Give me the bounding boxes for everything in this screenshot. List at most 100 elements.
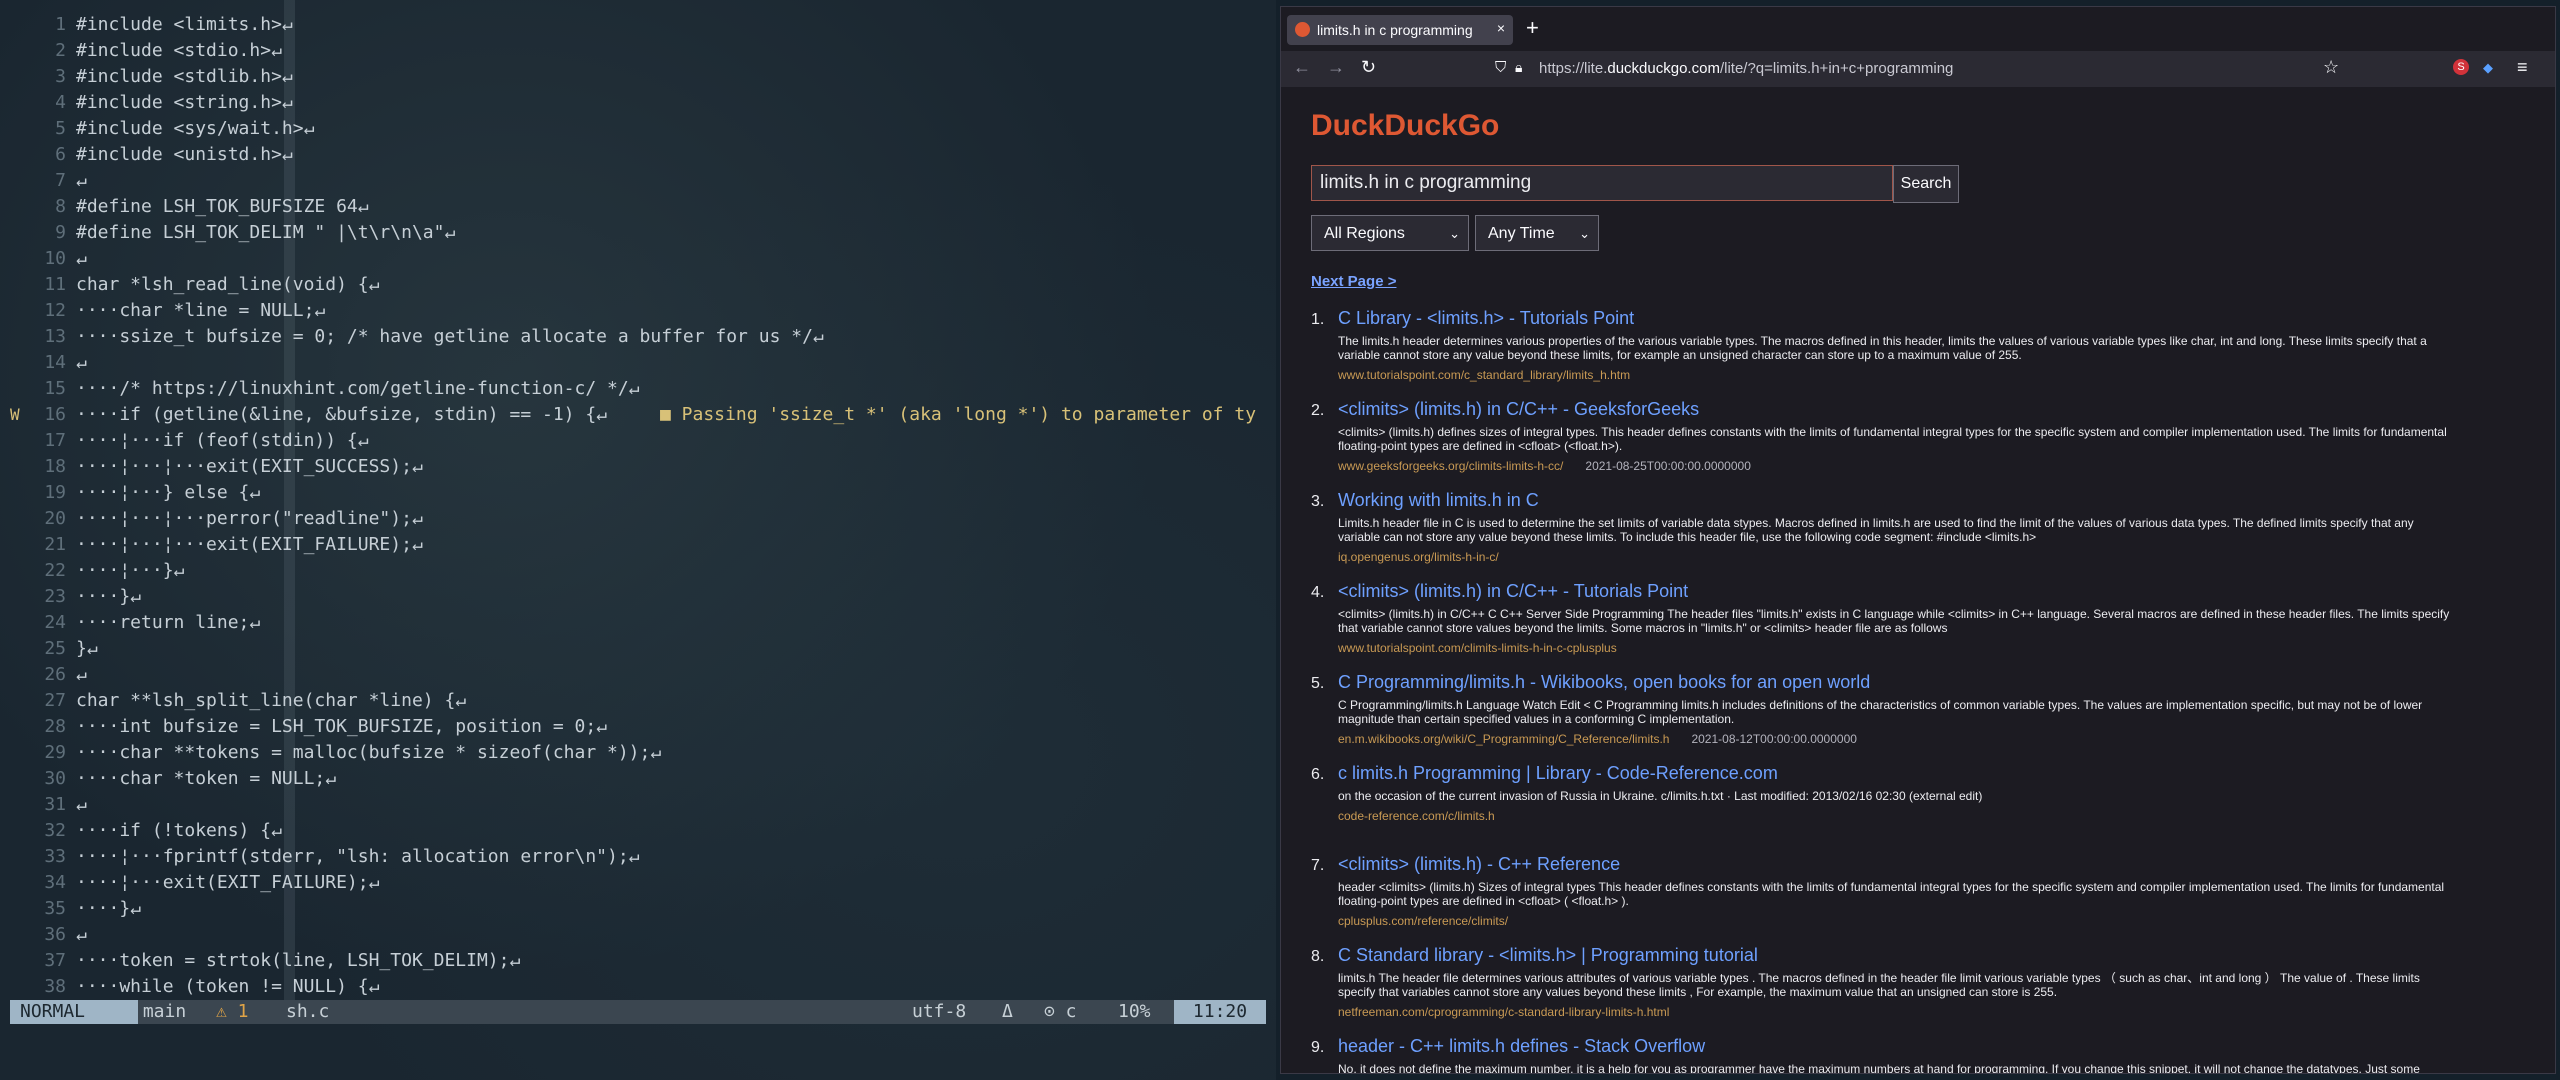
code-line[interactable]: 31 ↵: [0, 792, 1276, 818]
line-number: 8: [55, 196, 66, 217]
code-line[interactable]: 26 ↵: [0, 662, 1276, 688]
back-icon[interactable]: ←: [1293, 57, 1311, 78]
time-select[interactable]: Any Time ⌄: [1475, 215, 1599, 251]
region-select[interactable]: All Regions ⌄: [1311, 215, 1469, 251]
tab-search-results[interactable]: limits.h in c programming ×: [1287, 15, 1513, 45]
code-line[interactable]: 24 ····return line;↵: [0, 610, 1276, 636]
code-line[interactable]: 3 #include <stdlib.h>↵: [0, 64, 1276, 90]
code-line[interactable]: 19 ····¦···} else {↵: [0, 480, 1276, 506]
code-line[interactable]: 28 ····int bufsize = LSH_TOK_BUFSIZE, pos…: [0, 714, 1276, 740]
result-url-row: www.tutorialspoint.com/climits-limits-h-…: [1338, 641, 1639, 655]
shield-extension-icon[interactable]: ◆: [2483, 60, 2493, 76]
bookmark-star-icon[interactable]: ☆: [2323, 57, 2339, 78]
tab-bar: limits.h in c programming × +: [1281, 7, 2555, 51]
time-select-value: Any Time: [1488, 225, 1555, 242]
code-line[interactable]: 21 ····¦···¦···exit(EXIT_FAILURE);↵: [0, 532, 1276, 558]
line-number: 33: [44, 846, 66, 867]
search-button[interactable]: Search: [1893, 165, 1959, 203]
code-line[interactable]: 34 ····¦···exit(EXIT_FAILURE);↵: [0, 870, 1276, 896]
result-title-link[interactable]: C Standard library - <limits.h> | Progra…: [1338, 945, 1758, 966]
code-line[interactable]: 5 #include <sys/wait.h>↵: [0, 116, 1276, 142]
code-line[interactable]: 25}↵: [0, 636, 1276, 662]
result-number: 8.: [1311, 948, 1325, 965]
code-line[interactable]: 33 ····¦···fprintf(stderr, "lsh: allocati…: [0, 844, 1276, 870]
line-text: #include <sys/wait.h>↵: [76, 118, 315, 139]
code-line[interactable]: 23 ····}↵: [0, 584, 1276, 610]
code-line[interactable]: 9 #define LSH_TOK_DELIM " |\t\r\n\a"↵: [0, 220, 1276, 246]
code-line[interactable]: 13 ····ssize_t bufsize = 0; /* have getli…: [0, 324, 1276, 350]
result-title-link[interactable]: c limits.h Programming | Library - Code-…: [1338, 763, 1778, 784]
line-text: #include <stdio.h>↵: [76, 40, 282, 61]
duckduckgo-logo[interactable]: DuckDuckGo: [1311, 109, 1499, 143]
code-line[interactable]: 18 ····¦···¦···exit(EXIT_SUCCESS);↵: [0, 454, 1276, 480]
result-number: 7.: [1311, 857, 1325, 874]
search-result: 7. <climits> (limits.h) - C++ Reference he…: [1311, 851, 2511, 942]
search-input[interactable]: [1311, 165, 1893, 201]
code-line[interactable]: 20 ····¦···¦···perror("readline");↵: [0, 506, 1276, 532]
result-url[interactable]: www.geeksforgeeks.org/climits-limits-h-c…: [1338, 459, 1563, 473]
line-number: 13: [44, 326, 66, 347]
code-line[interactable]: 6 #include <unistd.h>↵: [0, 142, 1276, 168]
code-line[interactable]: 1 #include <limits.h>↵: [0, 12, 1276, 38]
code-line[interactable]: 38 ····while (token != NULL) {↵: [0, 974, 1276, 1000]
page-content: DuckDuckGo Search All Regions ⌄ Any Time…: [1281, 87, 2555, 1073]
extension-icon[interactable]: S: [2453, 59, 2469, 75]
result-url[interactable]: www.tutorialspoint.com/climits-limits-h-…: [1338, 641, 1617, 655]
result-title-link[interactable]: header - C++ limits.h defines - Stack Ov…: [1338, 1036, 1705, 1057]
result-url[interactable]: netfreeman.com/cprogramming/c-standard-l…: [1338, 1005, 1669, 1019]
code-line[interactable]: 32 ····if (!tokens) {↵: [0, 818, 1276, 844]
result-url[interactable]: cplusplus.com/reference/climits/: [1338, 914, 1508, 928]
code-line[interactable]: 11 char *lsh_read_line(void) {↵: [0, 272, 1276, 298]
result-url[interactable]: www.tutorialspoint.com/c_standard_librar…: [1338, 368, 1630, 382]
line-number: 14: [44, 352, 66, 373]
file-name: sh.c: [286, 1001, 330, 1022]
code-line[interactable]: 29 ····char **tokens = malloc(bufsize * s…: [0, 740, 1276, 766]
code-line[interactable]: 35 ····}↵: [0, 896, 1276, 922]
code-line[interactable]: W 16 ····if (getline(&line, &bufsize, stdi…: [0, 402, 1276, 428]
line-number: 36: [44, 924, 66, 945]
result-url-row: cplusplus.com/reference/climits/: [1338, 914, 1530, 928]
code-line[interactable]: 7 ↵: [0, 168, 1276, 194]
code-line[interactable]: 30 ····char *token = NULL;↵: [0, 766, 1276, 792]
lock-icon[interactable]: 🔒︎: [1515, 59, 1522, 76]
result-url[interactable]: code-reference.com/c/limits.h: [1338, 809, 1495, 823]
new-tab-button[interactable]: +: [1526, 15, 1539, 41]
close-tab-icon[interactable]: ×: [1497, 20, 1505, 36]
line-text: ····¦···exit(EXIT_FAILURE);↵: [76, 872, 380, 893]
code-line[interactable]: 17 ····¦···if (feof(stdin)) {↵: [0, 428, 1276, 454]
url-host: duckduckgo.com: [1607, 60, 1720, 77]
line-text: ····¦···}↵: [76, 560, 185, 581]
vim-editor[interactable]: 1 #include <limits.h>↵ 2 #include <stdio.h>…: [0, 0, 1276, 1080]
tab-title: limits.h in c programming: [1317, 22, 1473, 38]
line-number: 18: [44, 456, 66, 477]
code-line[interactable]: 37 ····token = strtok(line, LSH_TOK_DELIM…: [0, 948, 1276, 974]
result-title-link[interactable]: C Programming/limits.h - Wikibooks, open…: [1338, 672, 1870, 693]
result-url[interactable]: en.m.wikibooks.org/wiki/C_Programming/C_…: [1338, 732, 1669, 746]
next-page-link[interactable]: Next Page >: [1311, 273, 1396, 290]
code-line[interactable]: 14 ↵: [0, 350, 1276, 376]
result-title-link[interactable]: <climits> (limits.h) - C++ Reference: [1338, 854, 1620, 875]
code-line[interactable]: 10 ↵: [0, 246, 1276, 272]
code-line[interactable]: 27 char **lsh_split_line(char *line) {↵: [0, 688, 1276, 714]
reload-icon[interactable]: ↻: [1361, 57, 1376, 78]
forward-icon[interactable]: →: [1327, 57, 1345, 78]
line-number: 32: [44, 820, 66, 841]
code-buffer[interactable]: 1 #include <limits.h>↵ 2 #include <stdio.h>…: [0, 12, 1276, 1000]
code-line[interactable]: 4 #include <string.h>↵: [0, 90, 1276, 116]
menu-icon[interactable]: ≡: [2517, 57, 2528, 78]
code-line[interactable]: 2 #include <stdio.h>↵: [0, 38, 1276, 64]
result-title-link[interactable]: <climits> (limits.h) in C/C++ - Geeksfor…: [1338, 399, 1699, 420]
code-line[interactable]: 22 ····¦···}↵: [0, 558, 1276, 584]
result-title-link[interactable]: C Library - <limits.h> - Tutorials Point: [1338, 308, 1634, 329]
result-url[interactable]: iq.opengenus.org/limits-h-in-c/: [1338, 550, 1499, 564]
code-line[interactable]: 15 ····/* https://linuxhint.com/getline-f…: [0, 376, 1276, 402]
line-number: 22: [44, 560, 66, 581]
code-line[interactable]: 8 #define LSH_TOK_BUFSIZE 64↵: [0, 194, 1276, 220]
code-line[interactable]: 36 ↵: [0, 922, 1276, 948]
code-line[interactable]: 12 ····char *line = NULL;↵: [0, 298, 1276, 324]
shield-icon[interactable]: ⛉: [1495, 59, 1506, 76]
url-bar[interactable]: https://lite.duckduckgo.com/lite/?q=limi…: [1539, 55, 2379, 83]
result-title-link[interactable]: Working with limits.h in C: [1338, 490, 1539, 511]
line-text: ····char **tokens = malloc(bufsize * siz…: [76, 742, 662, 763]
result-title-link[interactable]: <climits> (limits.h) in C/C++ - Tutorial…: [1338, 581, 1688, 602]
